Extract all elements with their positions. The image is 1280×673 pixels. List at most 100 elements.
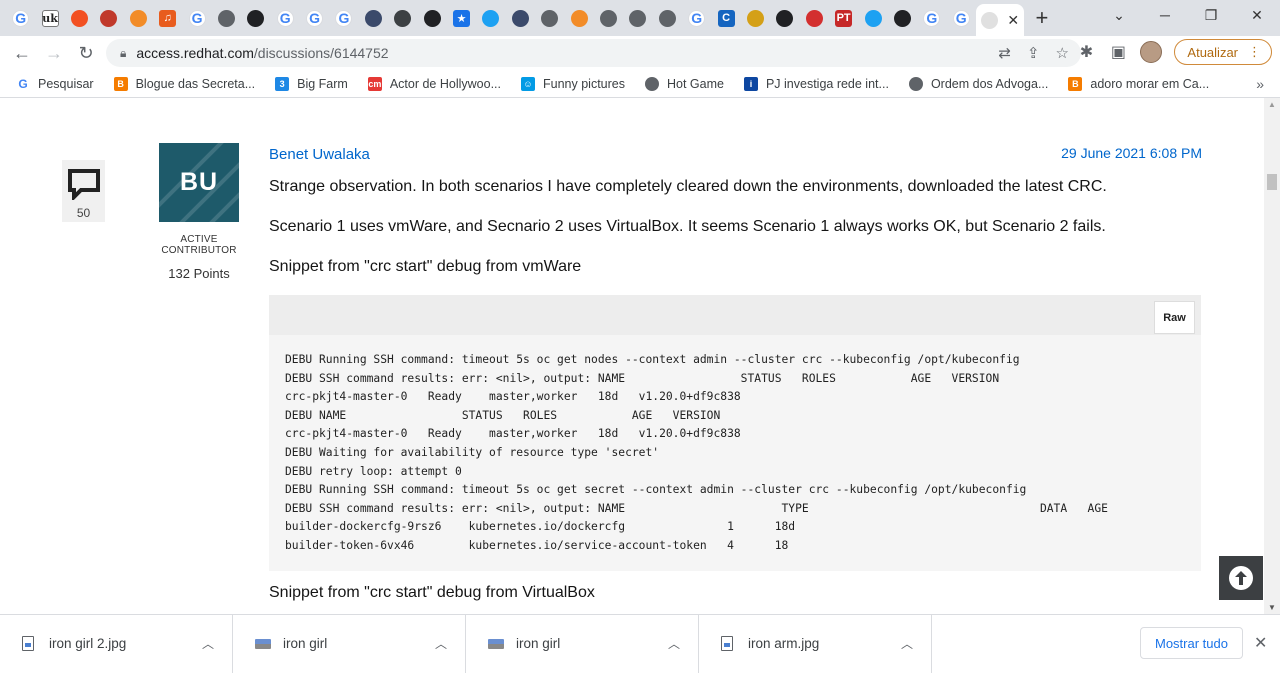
translate-icon[interactable]: ⇄ bbox=[998, 44, 1011, 62]
google-icon: G bbox=[276, 9, 294, 27]
chevron-up-icon[interactable]: ︿ bbox=[435, 635, 447, 652]
chevron-up-icon[interactable]: ︿ bbox=[202, 635, 214, 652]
browser-tab[interactable] bbox=[506, 0, 535, 36]
bookmark-item[interactable]: B Blogue das Secreta... bbox=[113, 76, 255, 91]
browser-tab[interactable] bbox=[888, 0, 917, 36]
browser-tab[interactable] bbox=[770, 0, 799, 36]
browser-tab[interactable] bbox=[94, 0, 123, 36]
extensions-icon[interactable]: ✱ bbox=[1076, 42, 1096, 62]
url-path: /discussions/6144752 bbox=[253, 45, 389, 61]
download-item[interactable]: iron arm.jpg ︿ bbox=[699, 614, 932, 673]
browser-tab[interactable]: G bbox=[182, 0, 211, 36]
page-scrollbar[interactable]: ▲ ▼ bbox=[1264, 98, 1280, 614]
show-all-downloads-button[interactable]: Mostrar tudo bbox=[1140, 627, 1243, 659]
close-tab-icon[interactable]: ✕ bbox=[1007, 12, 1019, 29]
more-bookmarks-icon[interactable]: » bbox=[1256, 76, 1264, 92]
side-panel-icon[interactable]: ▣ bbox=[1108, 42, 1128, 62]
bookmark-item[interactable]: G Pesquisar bbox=[16, 76, 94, 91]
browser-tab[interactable]: G bbox=[947, 0, 976, 36]
browser-tab[interactable] bbox=[800, 0, 829, 36]
chevron-up-icon[interactable]: ︿ bbox=[901, 635, 913, 652]
bookmark-label: Actor de Hollywoo... bbox=[389, 76, 501, 91]
browser-tab[interactable] bbox=[858, 0, 887, 36]
window-controls: ⌄ ─ ❐ ✕ bbox=[1096, 0, 1280, 36]
news-icon bbox=[893, 9, 911, 27]
back-arrow-icon[interactable]: ← bbox=[6, 37, 38, 69]
bookmark-item[interactable]: ☺ Funny pictures bbox=[521, 76, 625, 91]
browser-tab[interactable]: PT bbox=[829, 0, 858, 36]
browser-tab[interactable] bbox=[65, 0, 94, 36]
opera-icon bbox=[805, 9, 823, 27]
scroll-thumb[interactable] bbox=[1267, 174, 1277, 190]
active-browser-tab[interactable]: ✕ bbox=[975, 4, 1024, 36]
browser-tab[interactable] bbox=[212, 0, 241, 36]
browser-tab[interactable] bbox=[623, 0, 652, 36]
bookmark-star-icon[interactable]: ☆ bbox=[1056, 44, 1069, 62]
bookmark-item[interactable]: i PJ investiga rede int... bbox=[743, 76, 889, 91]
browser-tab[interactable] bbox=[564, 0, 593, 36]
restore-button[interactable]: ❐ bbox=[1188, 0, 1234, 30]
chevron-up-icon[interactable]: ︿ bbox=[668, 635, 680, 652]
tab-search-icon[interactable]: ⌄ bbox=[1096, 0, 1142, 30]
reload-icon[interactable]: ↻ bbox=[70, 37, 102, 69]
new-tab-button[interactable]: + bbox=[1024, 0, 1060, 36]
lock-icon[interactable]: 🔒︎ bbox=[120, 46, 126, 61]
google-icon: G bbox=[335, 9, 353, 27]
browser-tab[interactable]: G bbox=[6, 0, 35, 36]
bookmark-item[interactable]: cm Actor de Hollywoo... bbox=[367, 76, 501, 91]
update-button[interactable]: Atualizar ⋮ bbox=[1174, 39, 1272, 65]
google-icon: G bbox=[923, 9, 941, 27]
download-item[interactable]: iron girl ︿ bbox=[466, 614, 699, 673]
close-downloads-icon[interactable]: ✕ bbox=[1254, 633, 1267, 653]
browser-tab[interactable] bbox=[741, 0, 770, 36]
browser-tab[interactable] bbox=[417, 0, 446, 36]
browser-tab[interactable] bbox=[359, 0, 388, 36]
redhat-icon bbox=[980, 11, 998, 29]
download-item[interactable]: iron girl 2.jpg ︿ bbox=[0, 614, 233, 673]
blogger-icon: B bbox=[113, 76, 128, 91]
minimize-button[interactable]: ─ bbox=[1142, 0, 1188, 30]
address-bar[interactable]: 🔒︎ access.redhat.com/discussions/6144752… bbox=[106, 39, 1081, 67]
raw-button[interactable]: Raw bbox=[1154, 301, 1195, 334]
browser-tab[interactable]: G bbox=[682, 0, 711, 36]
browser-tab[interactable]: G bbox=[917, 0, 946, 36]
browser-tab[interactable]: ♫ bbox=[153, 0, 182, 36]
browser-tab[interactable]: uk bbox=[35, 0, 64, 36]
bookmark-label: Big Farm bbox=[297, 76, 348, 91]
menu-dots-icon[interactable]: ⋮ bbox=[1248, 44, 1261, 60]
scroll-down-icon[interactable]: ▼ bbox=[1268, 603, 1276, 612]
post-paragraph: Scenario 1 uses vmWare, and Secnario 2 u… bbox=[269, 218, 1106, 235]
browser-tab[interactable] bbox=[594, 0, 623, 36]
forward-arrow-icon[interactable]: → bbox=[38, 37, 70, 69]
scroll-up-icon[interactable]: ▲ bbox=[1268, 100, 1276, 109]
bookmark-item[interactable]: Hot Game bbox=[644, 76, 724, 91]
cartoon-icon bbox=[746, 9, 764, 27]
browser-tab[interactable] bbox=[535, 0, 564, 36]
bookmark-item[interactable]: Ordem dos Advoga... bbox=[908, 76, 1048, 91]
post-date-link[interactable]: 29 June 2021 6:08 PM bbox=[1061, 145, 1202, 161]
browser-tab[interactable] bbox=[653, 0, 682, 36]
browser-tab[interactable]: G bbox=[271, 0, 300, 36]
download-item[interactable]: iron girl ︿ bbox=[233, 614, 466, 673]
browser-tab[interactable] bbox=[124, 0, 153, 36]
file-icon bbox=[22, 636, 34, 651]
back-to-top-button[interactable] bbox=[1219, 556, 1263, 600]
tab-strip: Guk ♫ G G G G ★ G C PT G G ✕ + ⌄ ─ ❐ ✕ bbox=[0, 0, 1280, 36]
user-avatar[interactable]: BU bbox=[159, 143, 239, 222]
share-icon[interactable]: ⇪ bbox=[1027, 44, 1040, 62]
globe-icon bbox=[629, 9, 647, 27]
download-name: iron girl 2.jpg bbox=[49, 636, 127, 651]
author-link[interactable]: Benet Uwalaka bbox=[269, 146, 370, 163]
browser-tab[interactable]: G bbox=[300, 0, 329, 36]
browser-tab[interactable] bbox=[388, 0, 417, 36]
browser-tab[interactable]: C bbox=[711, 0, 740, 36]
browser-tab[interactable] bbox=[241, 0, 270, 36]
browser-tab[interactable]: G bbox=[329, 0, 358, 36]
browser-tab[interactable]: ★ bbox=[447, 0, 476, 36]
pt-icon: PT bbox=[835, 9, 853, 27]
bookmark-item[interactable]: Badoro morar em Ca... bbox=[1068, 76, 1209, 91]
profile-avatar[interactable] bbox=[1140, 41, 1163, 63]
bookmark-item[interactable]: 3 Big Farm bbox=[275, 76, 348, 91]
close-window-button[interactable]: ✕ bbox=[1234, 0, 1280, 30]
browser-tab[interactable] bbox=[476, 0, 505, 36]
